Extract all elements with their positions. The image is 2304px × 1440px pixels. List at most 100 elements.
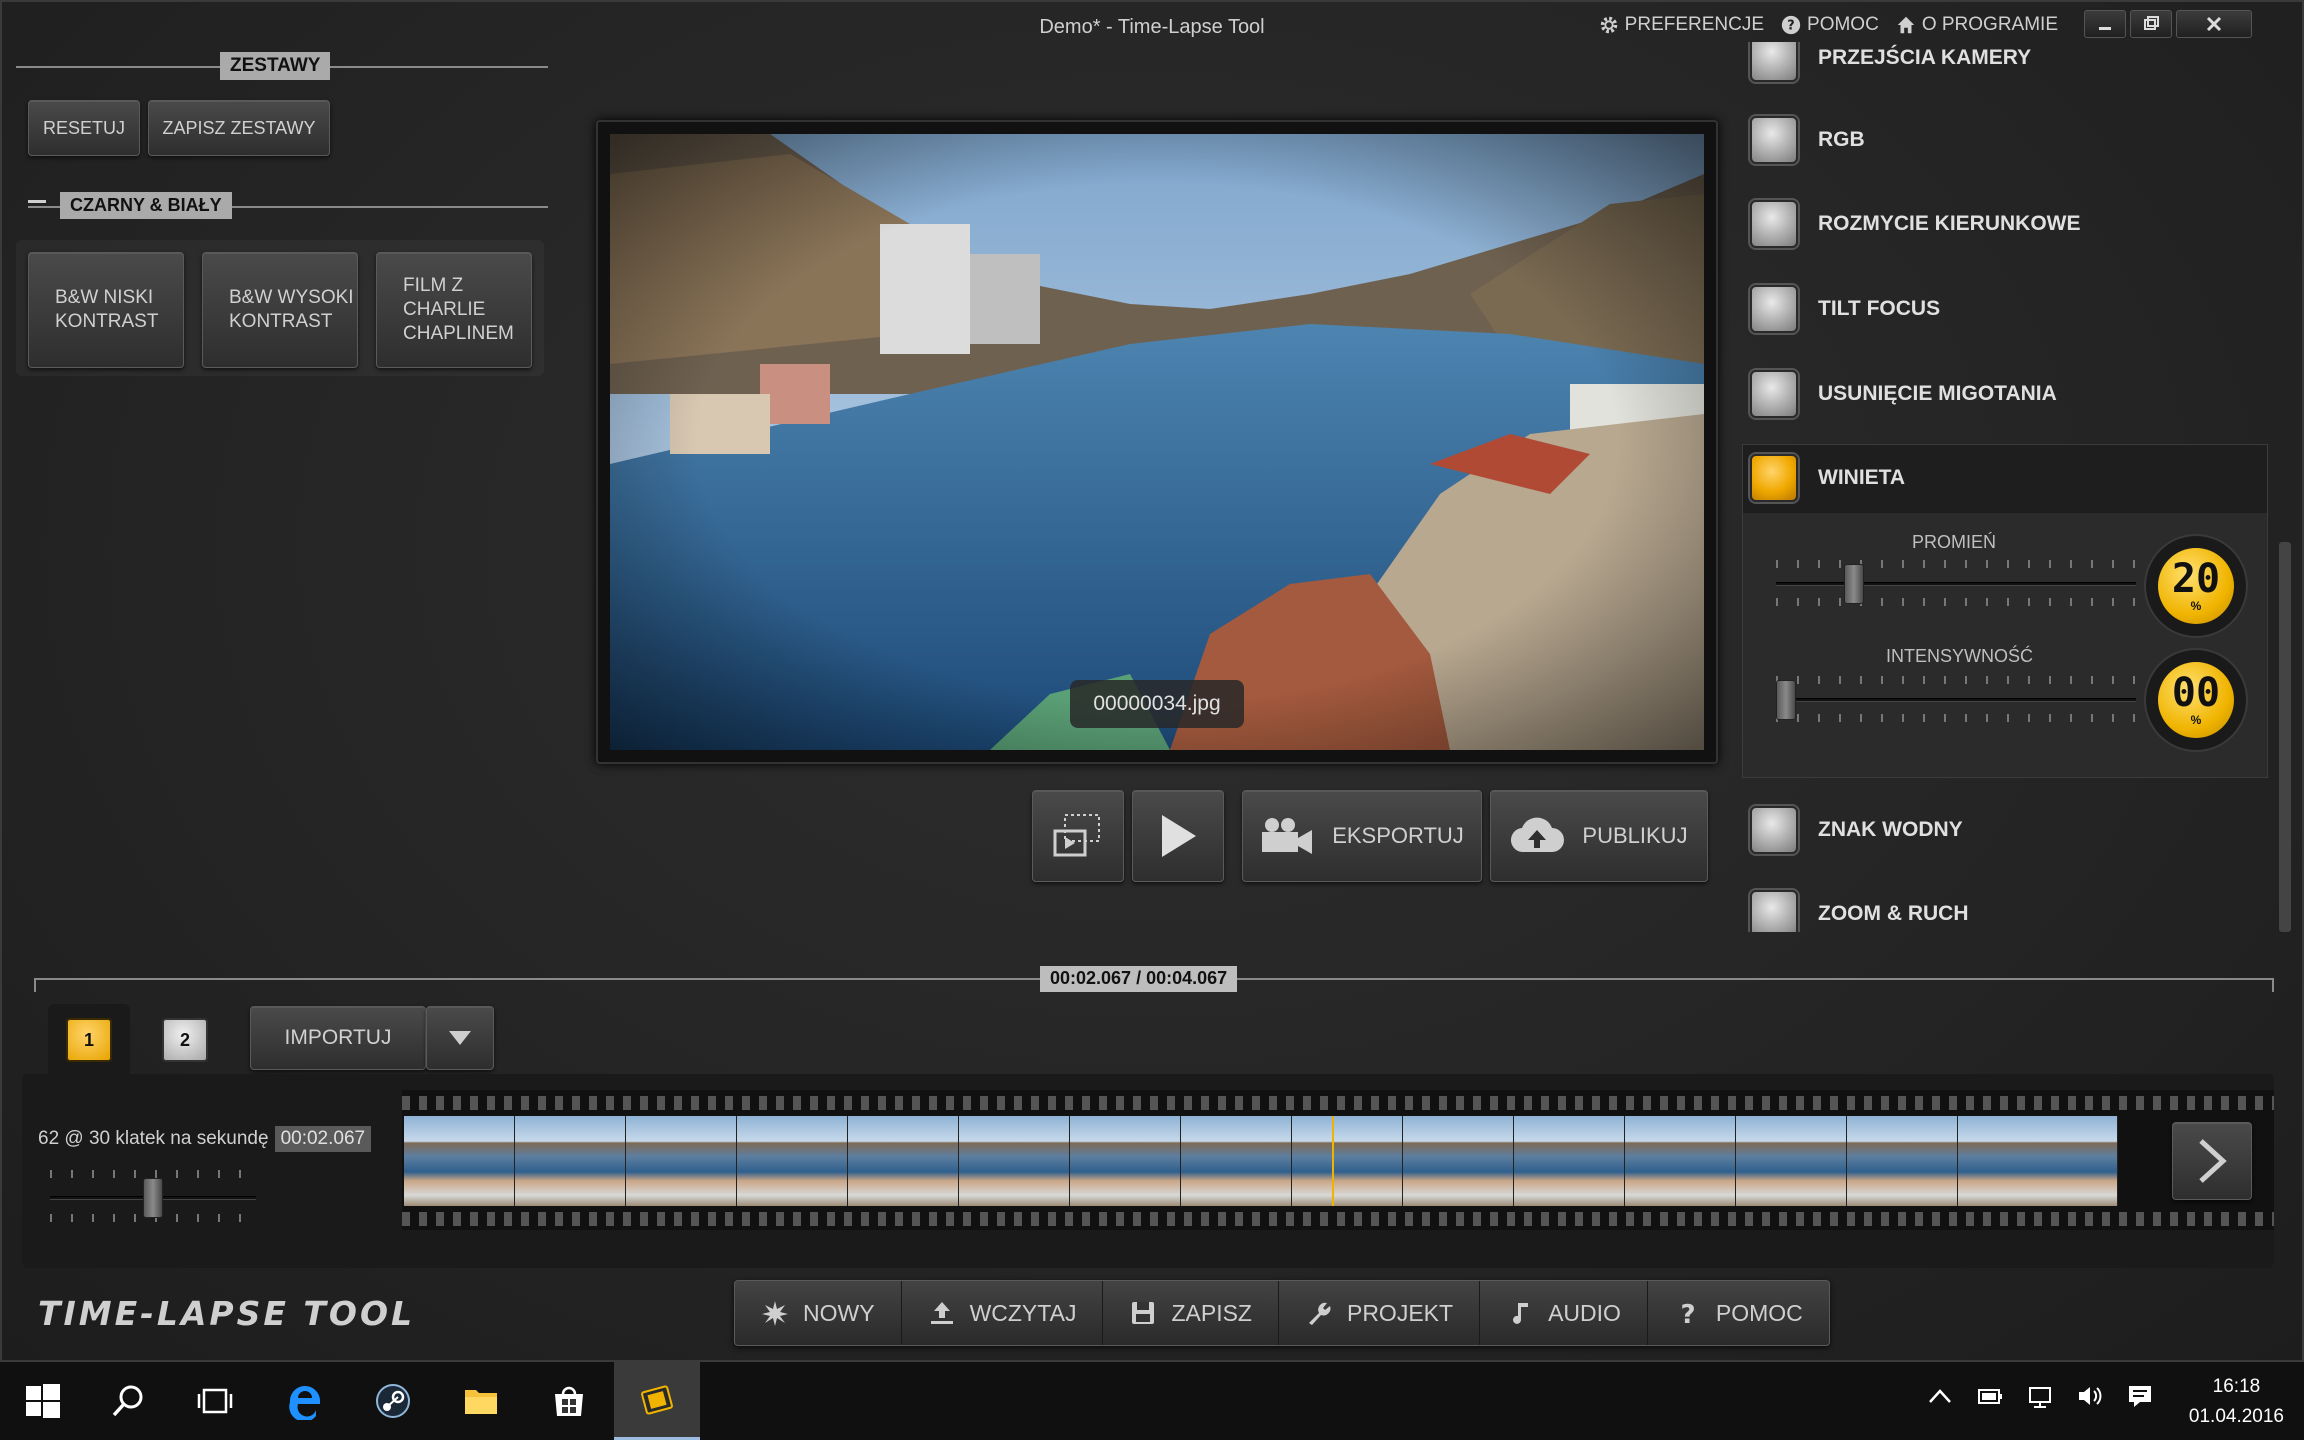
task-view-icon bbox=[197, 1388, 233, 1414]
radius-ticks bbox=[1776, 598, 2136, 606]
taskbar-clock[interactable]: 16:18 01.04.2016 bbox=[2189, 1372, 2284, 1432]
play-button[interactable] bbox=[1132, 790, 1224, 882]
steam-button[interactable] bbox=[350, 1362, 436, 1440]
network-icon[interactable] bbox=[2026, 1382, 2054, 1410]
radius-ticks bbox=[1776, 560, 2136, 568]
export-button[interactable]: EKSPORTUJ bbox=[1242, 790, 1482, 882]
effect-rgb[interactable]: RGB bbox=[1742, 108, 2268, 172]
effect-checkbox[interactable] bbox=[1750, 806, 1798, 854]
effect-zoom-motion[interactable]: ZOOM & RUCH bbox=[1742, 882, 2268, 932]
reset-button[interactable]: RESETUJ bbox=[28, 100, 140, 156]
help-label: POMOC bbox=[1715, 1299, 1803, 1326]
film-frame[interactable] bbox=[1181, 1116, 1292, 1206]
triangle-down-icon bbox=[449, 1031, 471, 1045]
playhead[interactable] bbox=[1332, 1116, 1334, 1206]
effect-checkbox[interactable] bbox=[1750, 890, 1798, 932]
film-frame[interactable] bbox=[1625, 1116, 1736, 1206]
import-button[interactable]: IMPORTUJ bbox=[250, 1006, 426, 1070]
effect-directional-blur[interactable]: ROZMYCIE KIERUNKOWE bbox=[1742, 192, 2268, 256]
film-frame[interactable] bbox=[1292, 1116, 1403, 1206]
film-frame[interactable] bbox=[737, 1116, 848, 1206]
preset-charlie-chaplin[interactable]: FILM Z CHARLIE CHAPLINEM bbox=[376, 252, 532, 368]
save-button[interactable]: ZAPISZ bbox=[1103, 1281, 1279, 1345]
notifications-icon[interactable] bbox=[2126, 1382, 2154, 1410]
effect-checkbox-checked[interactable] bbox=[1750, 454, 1798, 502]
edge-button[interactable] bbox=[262, 1362, 348, 1440]
preset-bw-high-contrast[interactable]: B&W WYSOKI KONTRAST bbox=[202, 252, 358, 368]
timeline-divider-tick bbox=[2272, 978, 2274, 992]
crop-button[interactable] bbox=[1032, 790, 1124, 882]
film-frame[interactable] bbox=[1736, 1116, 1847, 1206]
film-frame[interactable] bbox=[626, 1116, 737, 1206]
preview-image[interactable] bbox=[610, 134, 1704, 750]
film-frame[interactable] bbox=[404, 1116, 515, 1206]
file-explorer-button[interactable] bbox=[438, 1362, 524, 1440]
film-frame[interactable] bbox=[515, 1116, 626, 1206]
intensity-dial[interactable]: 00 % bbox=[2146, 650, 2246, 750]
task-view-button[interactable] bbox=[172, 1362, 258, 1440]
effects-scrollbar[interactable] bbox=[2276, 42, 2294, 952]
effect-checkbox[interactable] bbox=[1750, 370, 1798, 418]
system-tray bbox=[1926, 1382, 2154, 1410]
effect-checkbox[interactable] bbox=[1750, 200, 1798, 248]
search-taskbar-button[interactable] bbox=[86, 1362, 172, 1440]
film-frame[interactable] bbox=[1403, 1116, 1514, 1206]
project-button[interactable]: PROJEKT bbox=[1279, 1281, 1481, 1345]
maximize-button[interactable] bbox=[2130, 10, 2172, 38]
filmstrip[interactable] bbox=[402, 1090, 2274, 1230]
effect-deflicker[interactable]: USUNIĘCIE MIGOTANIA bbox=[1742, 362, 2268, 426]
effect-checkbox[interactable] bbox=[1750, 285, 1798, 333]
bottom-toolbar: NOWY WCZYTAJ ZAPISZ PROJEKT AUDIO ? POMO… bbox=[734, 1280, 1830, 1346]
radius-dial[interactable]: 20 % bbox=[2146, 536, 2246, 636]
chevron-up-icon[interactable] bbox=[1926, 1382, 1954, 1410]
film-frame[interactable] bbox=[959, 1116, 1070, 1206]
save-presets-button[interactable]: ZAPISZ ZESTAWY bbox=[148, 100, 330, 156]
chevron-right-icon bbox=[2199, 1139, 2227, 1183]
intensity-slider-track[interactable] bbox=[1776, 698, 2136, 702]
store-button[interactable] bbox=[526, 1362, 612, 1440]
close-button[interactable] bbox=[2176, 10, 2252, 38]
effect-vignette[interactable]: WINIETA bbox=[1742, 446, 2268, 510]
intensity-unit: % bbox=[2190, 713, 2202, 727]
intensity-value: 00 bbox=[2171, 670, 2221, 716]
menu-help[interactable]: ? POMOC bbox=[1780, 14, 1879, 36]
filmstrip-next-button[interactable] bbox=[2172, 1122, 2252, 1200]
load-button[interactable]: WCZYTAJ bbox=[902, 1281, 1104, 1345]
effect-checkbox[interactable] bbox=[1750, 42, 1798, 82]
radius-slider-thumb[interactable] bbox=[1844, 564, 1864, 604]
film-frame[interactable] bbox=[1958, 1116, 2118, 1206]
menu-about[interactable]: O PROGRAMIE bbox=[1895, 14, 2058, 36]
film-frame[interactable] bbox=[1847, 1116, 1958, 1206]
volume-icon[interactable] bbox=[2076, 1382, 2104, 1410]
film-frame[interactable] bbox=[1514, 1116, 1625, 1206]
audio-button[interactable]: AUDIO bbox=[1480, 1281, 1648, 1345]
radius-slider-track[interactable] bbox=[1776, 582, 2136, 586]
publish-button[interactable]: PUBLIKUJ bbox=[1490, 790, 1708, 882]
timeline-tab[interactable]: 2 bbox=[144, 1004, 226, 1076]
speed-slider-thumb[interactable] bbox=[143, 1178, 163, 1218]
new-button[interactable]: NOWY bbox=[735, 1281, 902, 1345]
intensity-ticks bbox=[1776, 714, 2136, 722]
preset-bw-low-contrast[interactable]: B&W NISKI KONTRAST bbox=[28, 252, 184, 368]
timeline-tab-active[interactable]: 1 bbox=[48, 1004, 130, 1076]
effect-tilt-focus[interactable]: TILT FOCUS bbox=[1742, 277, 2268, 341]
start-button[interactable] bbox=[0, 1362, 86, 1440]
restore-icon bbox=[2144, 16, 2159, 30]
minimize-button[interactable] bbox=[2084, 10, 2126, 38]
effect-checkbox[interactable] bbox=[1750, 116, 1798, 164]
menu-help-label: POMOC bbox=[1807, 14, 1879, 35]
timelapse-app-button[interactable] bbox=[614, 1362, 700, 1440]
collapse-icon[interactable] bbox=[28, 200, 46, 203]
effect-label: ZOOM & RUCH bbox=[1818, 902, 1969, 925]
film-frame[interactable] bbox=[1070, 1116, 1181, 1206]
intensity-slider-thumb[interactable] bbox=[1776, 680, 1796, 720]
effect-camera-transitions[interactable]: PRZEJŚCIA KAMERY bbox=[1742, 42, 2268, 90]
battery-icon[interactable] bbox=[1976, 1382, 2004, 1410]
svg-text:?: ? bbox=[1787, 19, 1794, 34]
effects-scroll-thumb[interactable] bbox=[2279, 542, 2291, 932]
menu-preferences[interactable]: PREFERENCJE bbox=[1598, 14, 1764, 36]
effect-watermark[interactable]: ZNAK WODNY bbox=[1742, 798, 2268, 862]
film-frame[interactable] bbox=[848, 1116, 959, 1206]
help-button[interactable]: ? POMOC bbox=[1648, 1281, 1829, 1345]
import-dropdown-button[interactable] bbox=[426, 1006, 494, 1070]
